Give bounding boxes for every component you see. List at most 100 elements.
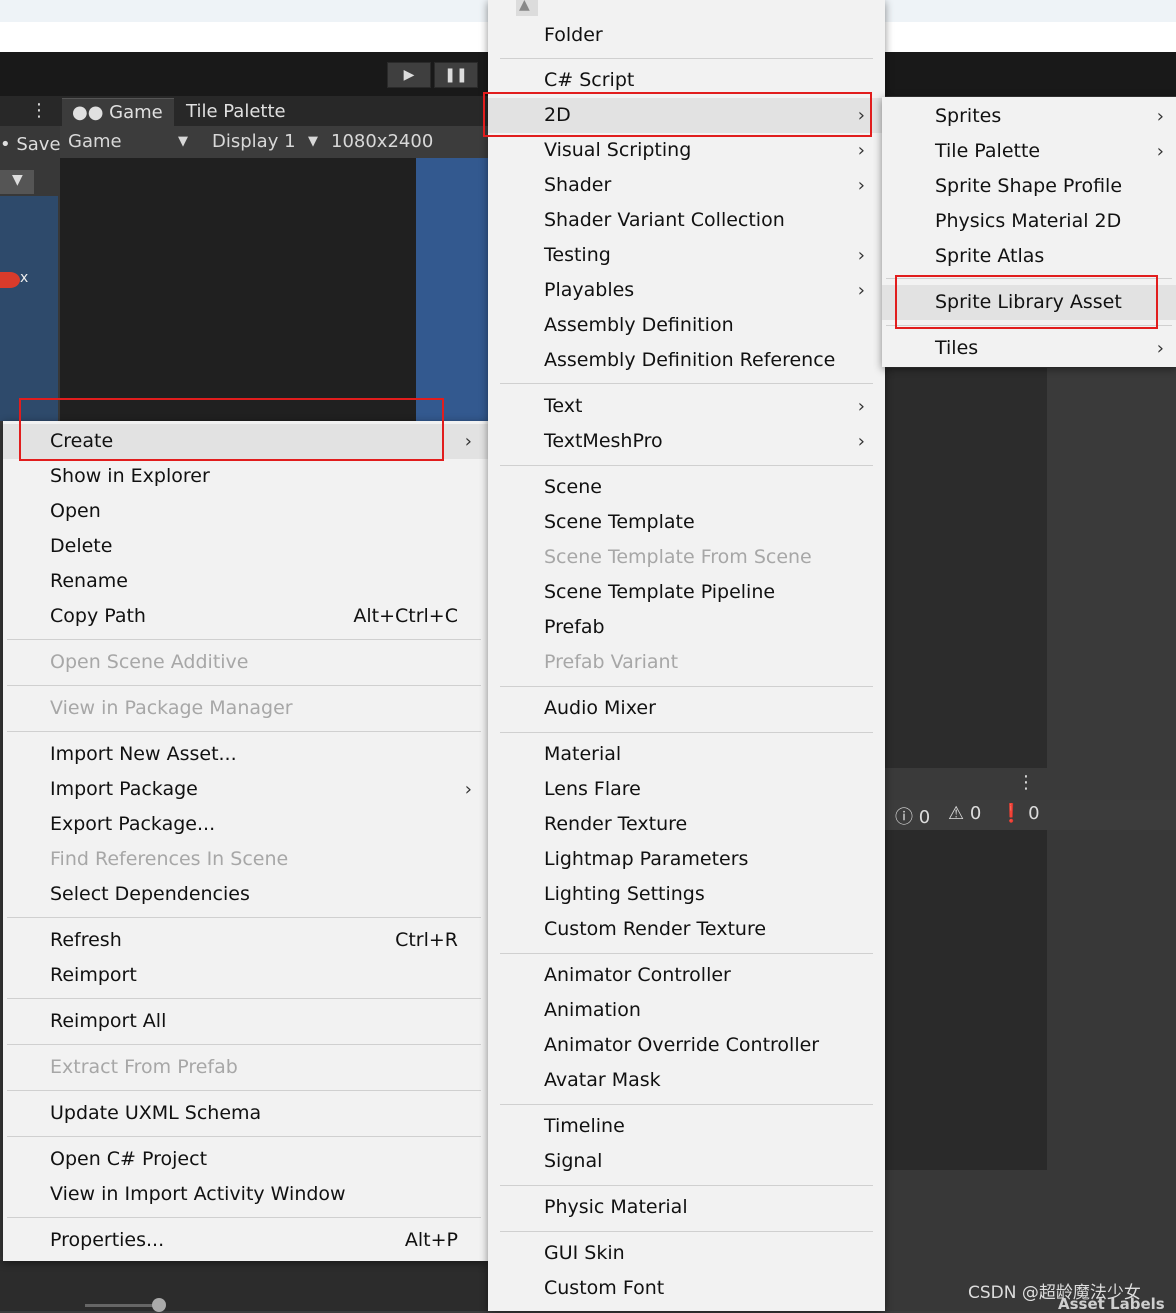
play-button[interactable]: ▶ [387, 62, 431, 88]
menu-item-sprite-library-asset[interactable]: Sprite Library Asset [882, 285, 1176, 320]
tab-game[interactable]: ●● Game [62, 98, 174, 126]
menu-item-label: 2D [544, 104, 571, 126]
menu-item-assembly-definition[interactable]: Assembly Definition [488, 308, 885, 343]
menu-item-textmeshpro[interactable]: TextMeshPro › [488, 424, 885, 459]
menu-item-physics-material-2d[interactable]: Physics Material 2D [882, 204, 1176, 239]
menu-item-signal[interactable]: Signal [488, 1144, 885, 1179]
menu-item-testing[interactable]: Testing › [488, 238, 885, 273]
console-error-toggle[interactable]: ❗ 0 [1000, 803, 1040, 824]
menu-item-animator-controller[interactable]: Animator Controller [488, 958, 885, 993]
menu-item-rename[interactable]: Rename [3, 564, 488, 599]
menu-item-label: C# Script [544, 69, 635, 91]
menu-item-lightmap-parameters[interactable]: Lightmap Parameters [488, 842, 885, 877]
menu-item-properties[interactable]: Properties... Alt+P [3, 1223, 488, 1258]
menu-item-render-texture[interactable]: Render Texture [488, 807, 885, 842]
save-label[interactable]: • Save [0, 134, 61, 155]
menu-separator [7, 685, 481, 686]
menu-item-open-c-project[interactable]: Open C# Project [3, 1142, 488, 1177]
menu-item-sprites[interactable]: Sprites › [882, 99, 1176, 134]
error-icon: ❗ [1000, 803, 1023, 824]
menu-item-material[interactable]: Material [488, 737, 885, 772]
chevron-right-icon: › [464, 779, 472, 800]
menu-item-scene-template[interactable]: Scene Template [488, 505, 885, 540]
menu-item-extract-from-prefab: Extract From Prefab [3, 1050, 488, 1085]
menu-item-gui-skin[interactable]: GUI Skin [488, 1236, 885, 1271]
save-text: Save [16, 134, 61, 155]
menu-item-prefab[interactable]: Prefab [488, 610, 885, 645]
menu-item-tiles[interactable]: Tiles › [882, 331, 1176, 366]
menu-item-sprite-atlas[interactable]: Sprite Atlas [882, 239, 1176, 274]
menu-item-reimport-all[interactable]: Reimport All [3, 1004, 488, 1039]
menu-item-label: Tile Palette [935, 140, 1041, 162]
left-dropdown[interactable]: ▼ [0, 170, 34, 194]
resolution-label: 1080x2400 [331, 131, 434, 152]
scene-view[interactable] [0, 196, 58, 421]
menu-item-animator-override-controller[interactable]: Animator Override Controller [488, 1028, 885, 1063]
menu-item-avatar-mask[interactable]: Avatar Mask [488, 1063, 885, 1098]
menu-item-show-in-explorer[interactable]: Show in Explorer [3, 459, 488, 494]
menu-item-shortcut: Alt+P [404, 1229, 458, 1251]
menu-item-sprite-shape-profile[interactable]: Sprite Shape Profile [882, 169, 1176, 204]
menu-item-label: Export Package... [50, 813, 216, 835]
menu-item-custom-font[interactable]: Custom Font [488, 1271, 885, 1306]
tab-tile-palette-label: Tile Palette [186, 101, 286, 122]
menu-item-delete[interactable]: Delete [3, 529, 488, 564]
game-view[interactable] [60, 158, 416, 421]
menu-item-assembly-definition-reference[interactable]: Assembly Definition Reference [488, 343, 885, 378]
menu-item-playables[interactable]: Playables › [488, 273, 885, 308]
menu-item-open[interactable]: Open [3, 494, 488, 529]
resolution-dropdown[interactable]: 1080x2400 [331, 126, 481, 158]
menu-item-custom-render-texture[interactable]: Custom Render Texture [488, 912, 885, 947]
menu-item-export-package[interactable]: Export Package... [3, 807, 488, 842]
menu-item-update-uxml-schema[interactable]: Update UXML Schema [3, 1096, 488, 1131]
menu-item-folder[interactable]: Folder [488, 18, 885, 53]
menu-item-label: Custom Font [544, 1277, 665, 1299]
menu-item-import-new-asset[interactable]: Import New Asset... [3, 737, 488, 772]
menu-item-audio-mixer[interactable]: Audio Mixer [488, 691, 885, 726]
menu-item-refresh[interactable]: Refresh Ctrl+R [3, 923, 488, 958]
menu-item-physic-material[interactable]: Physic Material [488, 1190, 885, 1225]
menu-item-2d[interactable]: 2D › [488, 98, 885, 133]
menu-item-tile-palette[interactable]: Tile Palette › [882, 134, 1176, 169]
menu-item-reimport[interactable]: Reimport [3, 958, 488, 993]
menu-item-lighting-settings[interactable]: Lighting Settings [488, 877, 885, 912]
more-options-icon[interactable]: ⋮ [30, 100, 48, 121]
menu-item-text[interactable]: Text › [488, 389, 885, 424]
menu-item-animation[interactable]: Animation [488, 993, 885, 1028]
console-options-icon[interactable]: ⋮ [1017, 772, 1035, 793]
display-dropdown[interactable]: Display 1 ▼ [212, 126, 326, 158]
menu-item-shader[interactable]: Shader › [488, 168, 885, 203]
menu-item-scene-template-pipeline[interactable]: Scene Template Pipeline [488, 575, 885, 610]
pause-button[interactable]: ❚❚ [434, 62, 478, 88]
menu-item-view-in-import-activity-window[interactable]: View in Import Activity Window [3, 1177, 488, 1212]
menu-item-visual-scripting[interactable]: Visual Scripting › [488, 133, 885, 168]
asset-labels: Asset Labels [1058, 1295, 1165, 1313]
menu-item-label: Material [544, 743, 622, 765]
console-warning-toggle[interactable]: ⚠ 0 [948, 803, 981, 824]
zoom-slider-handle[interactable] [152, 1298, 166, 1312]
game-mode-dropdown[interactable]: Game ▼ [68, 126, 196, 158]
menu-item-timeline[interactable]: Timeline [488, 1109, 885, 1144]
console-info-toggle[interactable]: ⓘ 0 [895, 803, 930, 829]
gamepad-icon: ●● [72, 102, 110, 123]
menu-item-label: Scene Template From Scene [544, 546, 812, 568]
menu-item-shader-variant-collection[interactable]: Shader Variant Collection [488, 203, 885, 238]
menu-item-c-script[interactable]: C# Script [488, 63, 885, 98]
menu-item-label: Find References In Scene [50, 848, 289, 870]
menu-item-lens-flare[interactable]: Lens Flare [488, 772, 885, 807]
menu-item-import-package[interactable]: Import Package › [3, 772, 488, 807]
chevron-down-icon: ▼ [308, 134, 318, 149]
menu-separator [7, 998, 481, 999]
menu-item-select-dependencies[interactable]: Select Dependencies [3, 877, 488, 912]
tab-tile-palette[interactable]: Tile Palette [176, 98, 326, 126]
menu-item-scene[interactable]: Scene [488, 470, 885, 505]
scroll-up-button[interactable]: ▲ [516, 0, 538, 16]
menu-item-copy-path[interactable]: Copy Path Alt+Ctrl+C [3, 599, 488, 634]
menu-item-label: Copy Path [50, 605, 146, 627]
info-count: 0 [918, 807, 931, 828]
menu-separator [7, 1217, 481, 1218]
menu-item-label: Audio Mixer [544, 697, 656, 719]
menu-item-create[interactable]: Create › [3, 424, 488, 459]
chevron-down-icon: ▼ [12, 172, 23, 188]
menu-item-shortcut: Alt+Ctrl+C [353, 605, 458, 627]
